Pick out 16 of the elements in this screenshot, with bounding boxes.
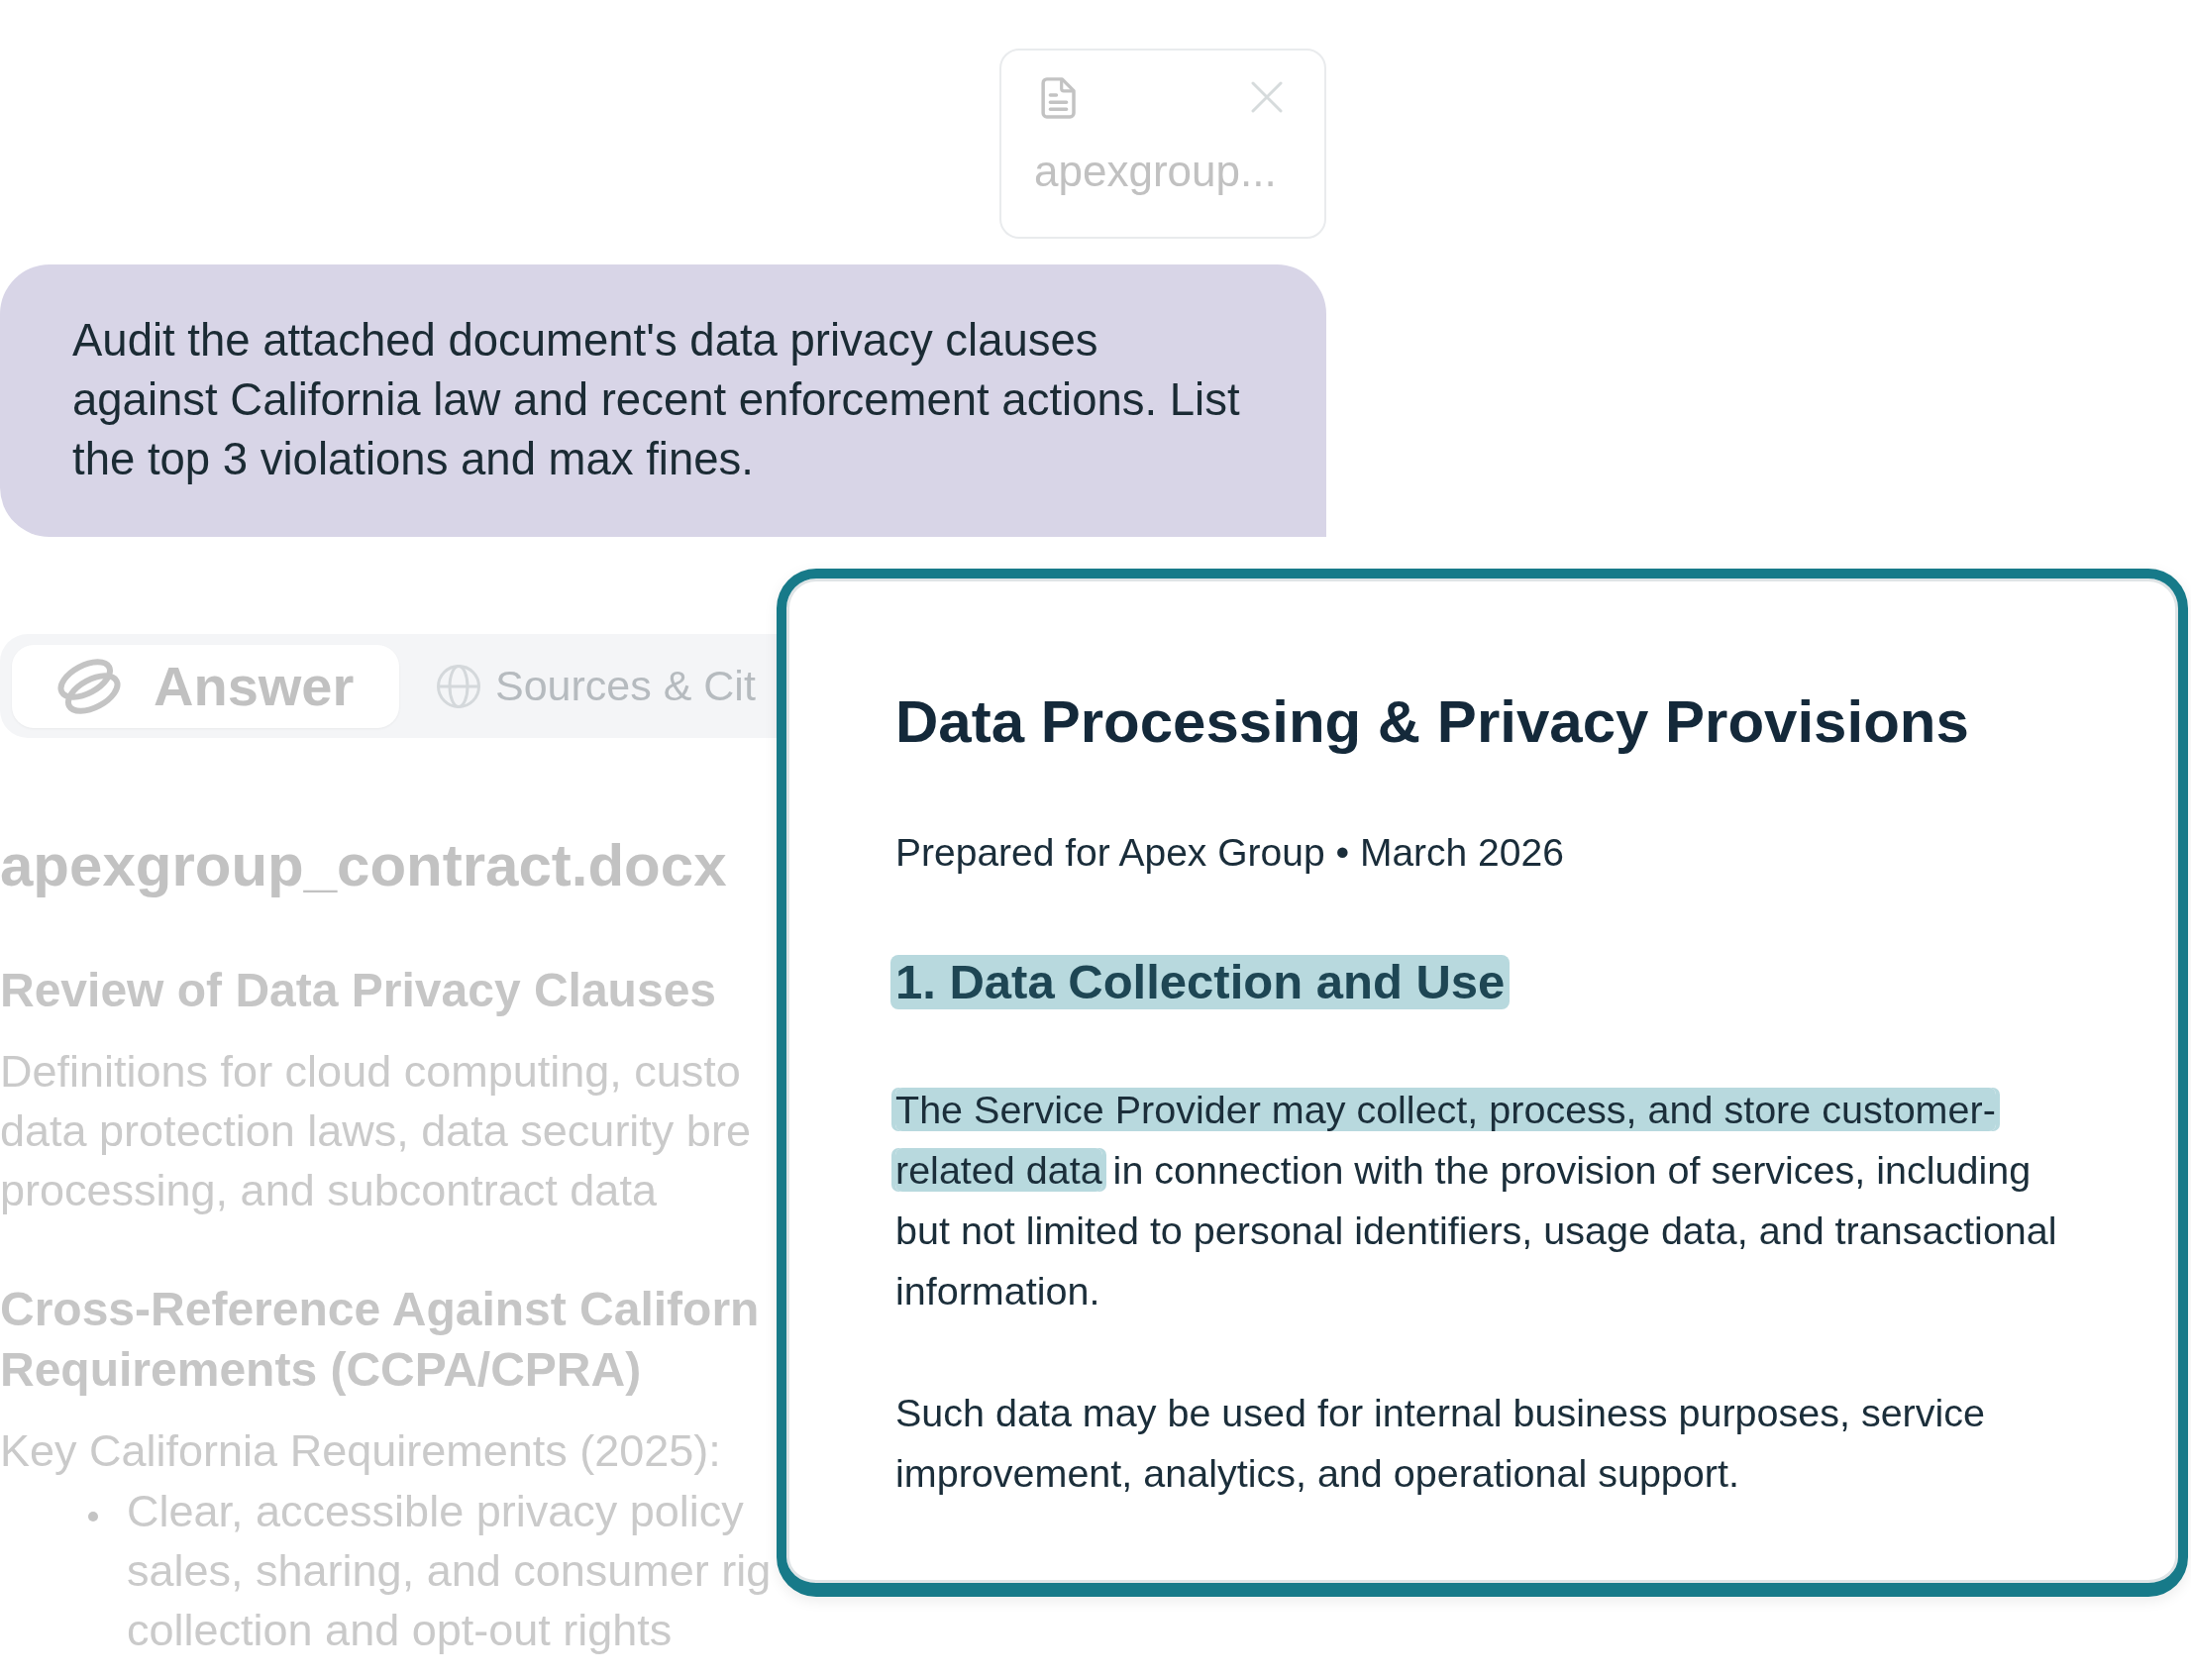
document-icon (1041, 77, 1076, 119)
document-title: apexgroup_contract.docx (0, 831, 727, 900)
tab[interactable]: Answer (12, 644, 399, 728)
section-heading: Cross-Reference Against Californ Requirements (CCPA/CPRA) (0, 1282, 760, 1398)
paragraph: The Service Provider may collect, process, and store customer-related data in connection with the provision of services, including but not limited to personal identifiers, usage data, and transactional information. (895, 1087, 2058, 1314)
section-heading: 1. Data Collection and Use (890, 955, 1511, 1009)
file-name: apexgroup... (1034, 146, 1277, 197)
bullet-icon (88, 1512, 98, 1522)
tab[interactable]: Sources & Cit (437, 654, 756, 718)
document-subtitle: Prepared for Apex Group • March 2026 (895, 830, 1564, 876)
document-title: Data Processing & Privacy Provisions (895, 687, 1969, 757)
section-heading: Review of Data Privacy Clauses (0, 963, 717, 1018)
message-bubble: Audit the attached document's data privacy clauses against California law and recent enforcement actions. List the top 3 violations and max fines. (0, 264, 1326, 537)
close-icon[interactable] (1251, 81, 1283, 113)
paragraph: Such data may be used for internal business purposes, service improvement, analytics, and operational support. (895, 1390, 1987, 1497)
globe-icon (437, 664, 480, 708)
